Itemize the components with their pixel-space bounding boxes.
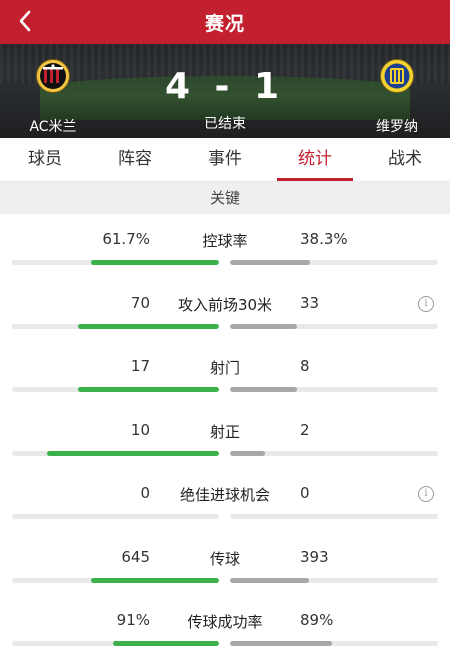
match-status: 已结束: [204, 116, 246, 132]
ac-milan-logo-icon: [36, 59, 70, 93]
stat-row: 70 攻入前场30米 33 i: [0, 278, 450, 342]
home-stat-bar-fill: [78, 323, 219, 329]
stat-label: 射正: [209, 422, 240, 441]
home-stat-bar-fill: [91, 260, 219, 265]
page-title: 赛况: [204, 12, 245, 35]
away-stat-bar-fill: [230, 387, 297, 392]
away-stat-value: 33: [300, 293, 320, 312]
home-stat-bar-fill: [113, 641, 219, 646]
away-stat-value: 38.3%: [300, 230, 348, 248]
home-stat-bar: [12, 387, 219, 392]
match-score: 4 - 1: [164, 66, 286, 107]
home-stat-bar: [12, 577, 219, 583]
home-stat-bar: [12, 641, 219, 646]
tab-lineup[interactable]: 阵容: [90, 138, 180, 181]
home-stat-bar-fill: [90, 577, 219, 583]
stat-label: 传球成功率: [187, 613, 263, 631]
home-stat-value: 0: [140, 484, 150, 502]
back-button[interactable]: [10, 6, 40, 36]
away-stat-bar: [230, 323, 438, 329]
stat-row: 645 传球 393: [0, 532, 450, 596]
home-stat-value: 10: [130, 420, 150, 439]
away-stat-value: 8: [300, 357, 310, 375]
away-stat-value: 393: [300, 547, 329, 566]
home-stat-value: 91%: [116, 611, 150, 629]
stat-label: 控球率: [202, 232, 248, 250]
match-header: AC米兰 4 - 1 已结束 维罗纳: [0, 44, 450, 138]
away-stat-bar-fill: [230, 450, 266, 456]
tab-players[interactable]: 球员: [0, 138, 90, 181]
tab-bar: 球员 阵容 事件 统计 战术: [0, 138, 450, 182]
away-stat-bar: [230, 577, 438, 583]
home-stat-bar-fill: [47, 450, 219, 456]
chevron-left-icon: [19, 10, 31, 32]
away-stat-bar: [230, 260, 438, 265]
away-stat-bar-fill: [230, 641, 332, 646]
stat-row: 0 绝佳进球机会 0 i: [0, 468, 450, 532]
stats-list: 61.7% 控球率 38.3% 70 攻入前场30米 33 i 17 射门 8 10 射正 2 0 绝佳进球…: [0, 214, 450, 656]
home-stat-bar: [12, 260, 219, 265]
away-stat-bar: [230, 450, 438, 456]
home-stat-value: 70: [130, 293, 150, 312]
away-stat-value: 89%: [300, 611, 334, 629]
stat-label: 传球: [209, 549, 240, 568]
info-icon[interactable]: i: [418, 295, 434, 312]
away-stat-bar: [230, 641, 438, 646]
away-stat-value: 2: [300, 420, 310, 439]
stat-label: 攻入前场30米: [177, 295, 273, 314]
away-stat-bar-fill: [230, 577, 310, 583]
away-team[interactable]: 维罗纳: [352, 58, 442, 136]
home-team[interactable]: AC米兰: [8, 58, 98, 136]
home-stat-bar-fill: [78, 387, 219, 392]
home-stat-value: 645: [121, 547, 150, 566]
stat-label: 射门: [209, 359, 240, 377]
away-stat-bar: [230, 514, 438, 519]
stat-row: 61.7% 控球率 38.3%: [0, 214, 450, 278]
tab-tactics[interactable]: 战术: [360, 138, 450, 181]
tab-events[interactable]: 事件: [180, 138, 270, 181]
home-stat-value: 17: [130, 357, 150, 375]
home-stat-bar: [12, 323, 219, 329]
info-icon[interactable]: i: [418, 486, 434, 502]
stat-row: 91% 传球成功率 89%: [0, 595, 450, 656]
stat-label: 绝佳进球机会: [179, 486, 270, 504]
tab-stats[interactable]: 统计: [270, 138, 360, 181]
away-stat-bar-fill: [230, 260, 310, 265]
section-header-key: 关键: [0, 182, 450, 214]
stat-row: 17 射门 8: [0, 341, 450, 405]
stat-row: 10 射正 2: [0, 405, 450, 469]
home-stat-value: 61.7%: [102, 230, 150, 248]
hellas-verona-logo-icon: [380, 59, 414, 93]
home-stat-bar: [12, 514, 219, 519]
away-team-name: 维罗纳: [376, 119, 418, 135]
home-team-name: AC米兰: [29, 119, 77, 135]
away-stat-value: 0: [300, 484, 310, 502]
home-stat-bar: [12, 450, 219, 456]
away-stat-bar: [230, 387, 438, 392]
top-bar: 赛况: [0, 0, 450, 44]
away-stat-bar-fill: [230, 323, 297, 329]
